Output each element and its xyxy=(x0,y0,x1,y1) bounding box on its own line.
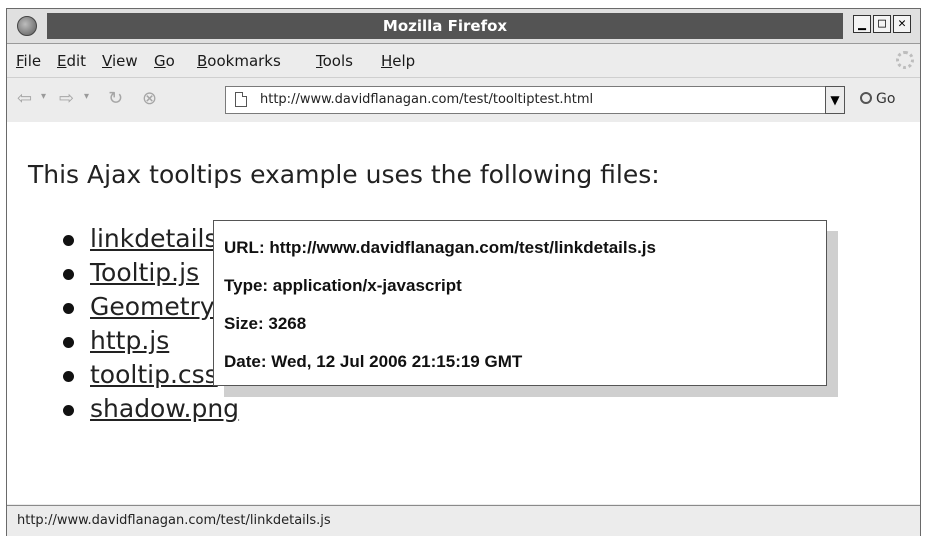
url-history-dropdown[interactable]: ▼ xyxy=(825,86,845,114)
file-link-tooltip-css[interactable]: tooltip.css xyxy=(90,360,218,389)
stop-icon[interactable]: ⊗ xyxy=(142,88,157,109)
menu-bar: File Edit View Go Bookmarks Tools Help xyxy=(7,44,920,76)
menu-bookmarks[interactable]: Bookmarks xyxy=(197,52,281,70)
window-title: Mozilla Firefox xyxy=(382,17,508,35)
forward-arrow-icon[interactable]: ⇨ xyxy=(59,88,74,109)
menu-file[interactable]: File xyxy=(16,52,41,70)
minimize-button[interactable]: ▁ xyxy=(853,15,871,33)
maximize-button[interactable]: □ xyxy=(873,15,891,33)
bullet-icon xyxy=(63,303,74,314)
menu-tools[interactable]: Tools xyxy=(316,52,353,70)
menu-view[interactable]: View xyxy=(102,52,138,70)
file-link-tooltip-js[interactable]: Tooltip.js xyxy=(90,258,199,287)
navigation-toolbar: ⇦ ▾ ⇨ ▾ ↻ ⊗ http://www.davidflanagan.com… xyxy=(7,77,920,123)
forward-history-chevron-icon[interactable]: ▾ xyxy=(84,91,89,102)
page-icon xyxy=(235,92,247,107)
title-bar[interactable]: Mozilla Firefox ▁ □ ✕ xyxy=(7,9,920,44)
reload-icon[interactable]: ↻ xyxy=(108,88,123,109)
back-history-chevron-icon[interactable]: ▾ xyxy=(41,91,46,102)
close-button[interactable]: ✕ xyxy=(893,15,911,33)
menu-help[interactable]: Help xyxy=(381,52,415,70)
status-text: http://www.davidflanagan.com/test/linkde… xyxy=(17,513,331,528)
back-arrow-icon[interactable]: ⇦ xyxy=(17,88,32,109)
browser-window: Mozilla Firefox ▁ □ ✕ File Edit View Go … xyxy=(6,8,921,536)
status-bar: http://www.davidflanagan.com/test/linkde… xyxy=(7,505,920,536)
title-bar-fill: Mozilla Firefox xyxy=(47,13,843,39)
menu-go[interactable]: Go xyxy=(154,52,175,70)
bullet-icon xyxy=(63,337,74,348)
url-input[interactable]: http://www.davidflanagan.com/test/toolti… xyxy=(260,92,593,107)
window-menu-icon[interactable] xyxy=(17,16,37,36)
file-link-shadow[interactable]: shadow.png xyxy=(90,394,239,423)
go-button[interactable]: Go xyxy=(860,91,895,107)
tooltip-type: Type: application/x-javascript xyxy=(224,276,462,295)
tooltip-size: Size: 3268 xyxy=(224,314,307,333)
file-link-http[interactable]: http.js xyxy=(90,326,169,355)
throbber-icon xyxy=(896,51,914,69)
bullet-icon xyxy=(63,269,74,280)
go-icon xyxy=(860,92,872,104)
tooltip-date: Date: Wed, 12 Jul 2006 21:15:19 GMT xyxy=(224,352,523,371)
bullet-icon xyxy=(63,405,74,416)
tooltip: URL: http://www.davidflanagan.com/test/l… xyxy=(213,220,827,386)
menu-edit[interactable]: Edit xyxy=(57,52,86,70)
page-heading: This Ajax tooltips example uses the foll… xyxy=(28,160,660,189)
chevron-down-icon: ▼ xyxy=(830,93,840,107)
url-bar[interactable]: http://www.davidflanagan.com/test/toolti… xyxy=(225,86,845,114)
tooltip-url: URL: http://www.davidflanagan.com/test/l… xyxy=(224,238,656,257)
page-content: This Ajax tooltips example uses the foll… xyxy=(7,122,920,504)
bullet-icon xyxy=(63,235,74,246)
bullet-icon xyxy=(63,371,74,382)
